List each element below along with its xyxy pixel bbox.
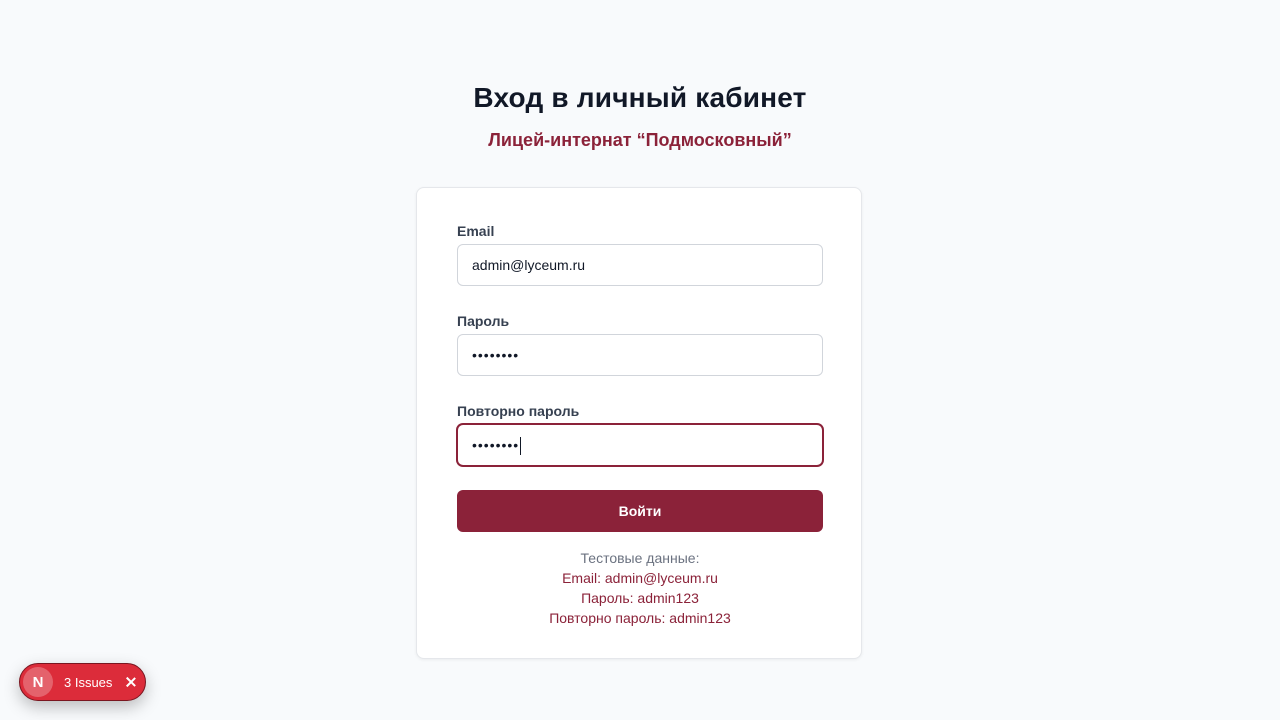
text-caret	[520, 437, 522, 456]
login-button[interactable]: Войти	[457, 490, 823, 532]
email-value: admin@lyceum.ru	[472, 257, 586, 273]
close-icon[interactable]	[124, 675, 138, 689]
password-label: Пароль	[457, 313, 510, 329]
page-title: Вход в личный кабинет	[473, 82, 807, 113]
page-subtitle: Лицей-интернат “Подмосковный”	[488, 130, 792, 150]
issues-count: 3 Issues	[64, 674, 113, 690]
email-label: Email	[457, 223, 495, 239]
nextjs-logo-icon: N	[23, 667, 53, 697]
email-field[interactable]: admin@lyceum.ru	[457, 244, 823, 286]
password-repeat-label: Повторно пароль	[457, 403, 580, 419]
password-field[interactable]: ••••••••	[457, 334, 823, 376]
test-credentials-password-repeat: Повторно пароль: admin123	[549, 610, 731, 626]
test-credentials-heading: Тестовые данные:	[580, 550, 700, 566]
login-card: Email admin@lyceum.ru Пароль •••••••• По…	[416, 187, 862, 659]
test-credentials-password: Пароль: admin123	[581, 590, 699, 606]
login-page: Вход в личный кабинет Лицей-интернат “По…	[0, 0, 1280, 720]
dev-issues-badge[interactable]: N 3 Issues	[19, 663, 146, 701]
password-repeat-field[interactable]: ••••••••	[457, 424, 823, 466]
password-value: ••••••••	[472, 347, 520, 363]
password-repeat-value: ••••••••	[472, 437, 520, 453]
test-credentials-email: Email: admin@lyceum.ru	[562, 570, 718, 586]
